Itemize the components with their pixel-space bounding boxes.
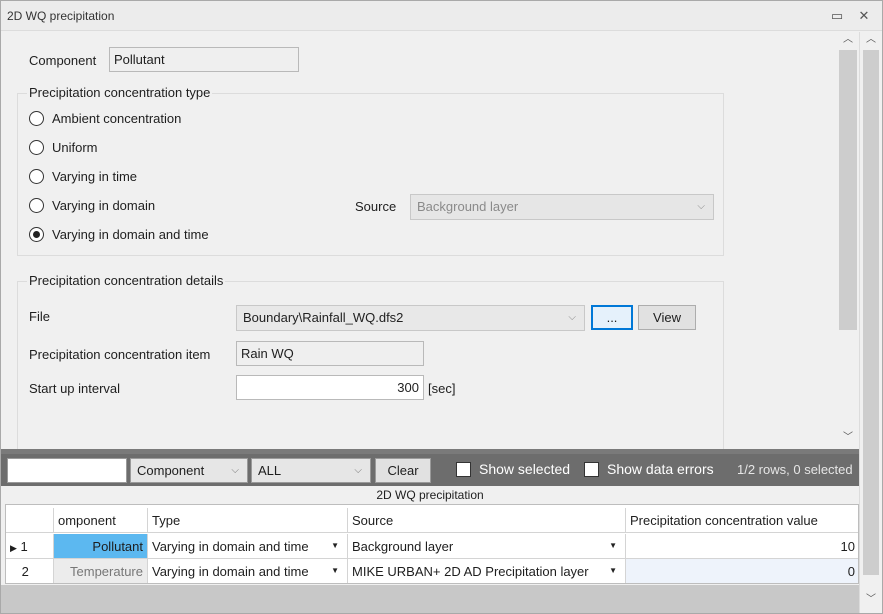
dropdown-icon[interactable]: ▼ [331,566,339,575]
show-selected-checkbox[interactable]: Show selected [456,461,570,477]
file-combo[interactable]: Boundary\Rainfall_WQ.dfs2 ⌵ [236,305,585,331]
col-header-component[interactable]: omponent [54,508,148,532]
scroll-up-icon[interactable]: ︿ [837,32,859,48]
filter-bar: Component ⌵ ALL ⌵ Clear Show selected Sh… [1,454,859,486]
checkbox-box[interactable] [584,461,599,477]
checkbox-box[interactable] [456,461,471,477]
browse-button[interactable]: ... [591,305,633,330]
cell-source-value: MIKE URBAN+ 2D AD Precipitation layer [352,564,589,579]
chevron-down-icon: ⌵ [231,465,239,476]
cell-value[interactable]: 10 [626,534,858,558]
form-scrollbar[interactable]: ︿ ﹀ [837,32,859,449]
show-errors-checkbox[interactable]: Show data errors [584,461,714,477]
table-row[interactable]: ▶ 1 Pollutant Varying in domain and time… [6,534,858,559]
radio-uniform[interactable]: Uniform [29,140,98,155]
details-group-title: Precipitation concentration details [27,273,226,288]
startup-label: Start up interval [29,381,121,396]
cell-component[interactable]: Pollutant [54,534,148,558]
dropdown-icon[interactable]: ▼ [331,541,339,550]
radio-varying-domain[interactable]: Varying in domain [29,198,155,213]
cell-source[interactable]: Background layer ▼ [348,534,626,558]
cell-source-value: Background layer [352,539,454,554]
radio-circle[interactable] [29,111,44,126]
grid-header-row: omponent Type Source Precipitation conce… [6,508,858,533]
cell-type[interactable]: Varying in domain and time ▼ [148,534,348,558]
chevron-down-icon: ⌵ [354,465,362,476]
col-header-value[interactable]: Precipitation concentration value [626,508,858,532]
source-combo: Background layer ⌵ [410,194,714,220]
scroll-up-icon[interactable]: ︿ [860,32,882,48]
view-button[interactable]: View [638,305,696,330]
row-header[interactable]: 2 [6,559,54,583]
close-icon[interactable]: ✕ [854,6,874,26]
table-row[interactable]: 2 Temperature Varying in domain and time… [6,559,858,583]
cell-source[interactable]: MIKE URBAN+ 2D AD Precipitation layer ▼ [348,559,626,583]
file-value: Boundary\Rainfall_WQ.dfs2 [243,310,404,325]
row-header[interactable]: ▶ 1 [6,534,54,558]
form-area: Component Pollutant Precipitation concen… [1,32,837,449]
grid-caption: 2D WQ precipitation [1,486,859,504]
cell-component[interactable]: Temperature [54,559,148,583]
row-number: 2 [21,564,29,579]
filter-field-combo[interactable]: Component ⌵ [130,458,248,483]
filter-value-combo[interactable]: ALL ⌵ [251,458,371,483]
data-grid: omponent Type Source Precipitation conce… [5,504,859,584]
filter-search-input[interactable] [7,458,127,483]
source-value: Background layer [417,199,519,214]
radio-circle-selected[interactable] [29,227,44,242]
radio-label: Ambient concentration [52,111,182,126]
dropdown-icon[interactable]: ▼ [609,566,617,575]
file-label: File [29,309,50,324]
startup-input[interactable]: 300 [236,375,424,400]
radio-ambient[interactable]: Ambient concentration [29,111,181,126]
radio-varying-time[interactable]: Varying in time [29,169,137,184]
component-label: Component [29,53,97,68]
radio-circle[interactable] [29,169,44,184]
scroll-thumb[interactable] [863,50,879,575]
window-title: 2D WQ precipitation [7,9,115,23]
item-field: Rain WQ [236,341,424,366]
checkbox-label: Show selected [479,461,571,477]
dropdown-icon[interactable]: ▼ [609,541,617,550]
scroll-thumb[interactable] [839,50,857,330]
current-row-icon: ▶ [10,543,17,553]
item-label: Precipitation concentration item [29,347,211,362]
outer-scrollbar[interactable]: ︿ ﹀ [859,32,882,613]
source-label: Source [355,199,397,214]
radio-label: Uniform [52,140,98,155]
radio-circle[interactable] [29,198,44,213]
restore-icon[interactable]: ▭ [827,6,847,26]
app-window: 2D WQ precipitation ▭ ✕ Component Pollut… [0,0,883,614]
type-group-title: Precipitation concentration type [27,85,213,100]
filter-value-value: ALL [258,463,282,478]
title-bar: 2D WQ precipitation ▭ ✕ [1,1,882,31]
cell-value[interactable]: 0 [626,559,858,583]
radio-varying-domain-time[interactable]: Varying in domain and time [29,227,209,242]
scroll-down-icon[interactable]: ﹀ [860,592,882,608]
radio-label: Varying in domain and time [52,227,209,242]
chevron-down-icon: ⌵ [568,312,576,323]
cell-type-value: Varying in domain and time [152,539,309,554]
startup-unit: [sec] [428,381,456,396]
col-header-type[interactable]: Type [148,508,348,532]
filter-field-value: Component [137,463,205,478]
scroll-down-icon[interactable]: ﹀ [837,430,859,446]
cell-type[interactable]: Varying in domain and time ▼ [148,559,348,583]
checkbox-label: Show data errors [607,461,714,477]
row-number: 1 [20,539,28,554]
clear-button[interactable]: Clear [375,458,431,483]
component-field: Pollutant [109,47,299,72]
radio-circle[interactable] [29,140,44,155]
cell-type-value: Varying in domain and time [152,564,309,579]
radio-label: Varying in time [52,169,138,184]
radio-label: Varying in domain [52,198,156,213]
row-status: 1/2 rows, 0 selected [737,462,853,477]
chevron-down-icon: ⌵ [697,201,705,212]
row-header-corner [6,508,54,532]
grid-empty-area [1,585,859,613]
col-header-source[interactable]: Source [348,508,626,532]
